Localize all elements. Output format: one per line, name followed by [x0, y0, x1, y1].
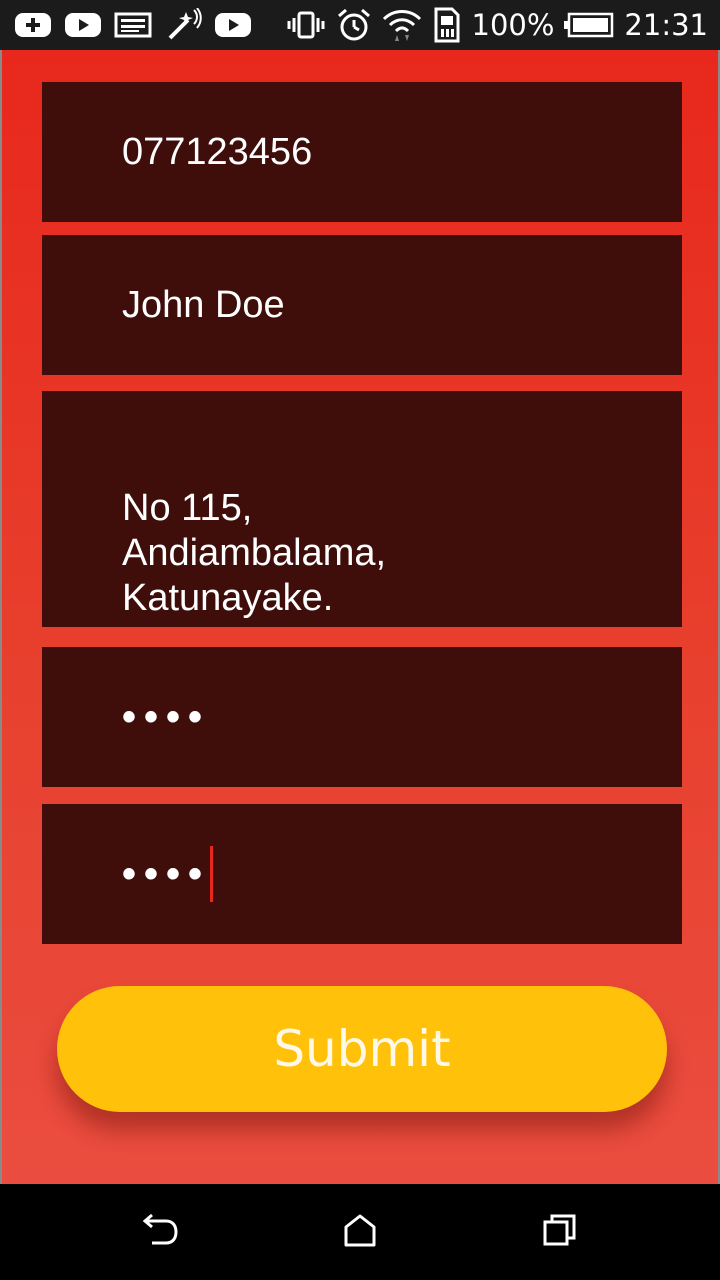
- add-notification-icon: [14, 10, 52, 40]
- clock: 21:31: [624, 8, 708, 42]
- password-value: ••••: [122, 694, 211, 739]
- address-field[interactable]: No 115, Andiambalama, Katunayake.: [42, 391, 682, 627]
- magic-wand-icon: [164, 8, 202, 42]
- recent-apps-icon: [542, 1213, 578, 1252]
- wifi-icon: [382, 7, 422, 43]
- status-bar-system: 100% 21:31: [286, 0, 708, 50]
- youtube-icon: [64, 10, 102, 40]
- confirm-password-value: ••••: [122, 851, 211, 896]
- text-cursor: [210, 846, 214, 902]
- sim-icon: [432, 7, 462, 43]
- phone-value: 077123456: [122, 130, 313, 173]
- image-icon: [114, 10, 152, 40]
- vibrate-icon: [286, 10, 326, 40]
- name-value: John Doe: [122, 283, 285, 326]
- home-button[interactable]: [340, 1212, 380, 1252]
- back-button[interactable]: [140, 1212, 180, 1252]
- youtube-icon: [214, 10, 252, 40]
- alarm-icon: [336, 8, 372, 42]
- submit-button[interactable]: Submit: [57, 986, 667, 1112]
- name-field[interactable]: John Doe: [42, 235, 682, 375]
- battery-percentage: 100%: [471, 8, 555, 42]
- status-bar-notifications: [14, 0, 252, 50]
- screen: 100% 21:31 077123456 John Doe No 115, An…: [0, 0, 720, 1280]
- battery-icon: [564, 12, 614, 38]
- phone-field[interactable]: 077123456: [42, 82, 682, 222]
- home-icon: [342, 1213, 378, 1252]
- status-bar: 100% 21:31: [0, 0, 720, 50]
- confirm-password-field[interactable]: ••••: [42, 804, 682, 944]
- password-field[interactable]: ••••: [42, 647, 682, 787]
- back-icon: [140, 1213, 180, 1252]
- order-form: 077123456 John Doe No 115, Andiambalama,…: [0, 50, 720, 1184]
- address-value: No 115, Andiambalama, Katunayake.: [122, 487, 387, 619]
- navigation-bar: [0, 1184, 720, 1280]
- recent-apps-button[interactable]: [540, 1212, 580, 1252]
